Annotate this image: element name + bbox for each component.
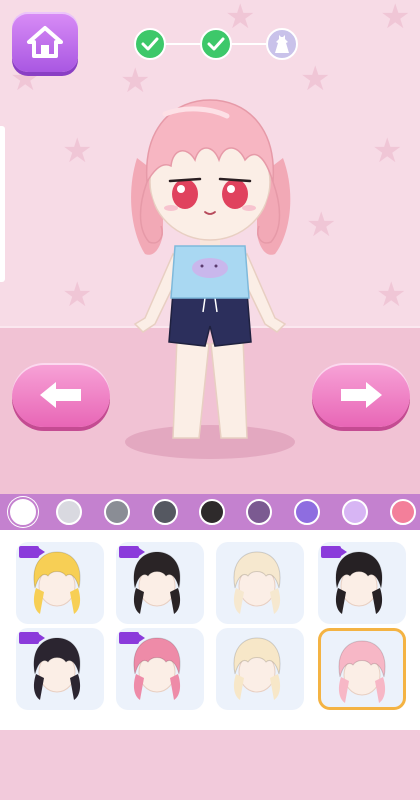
step-connector (164, 43, 200, 45)
color-swatch[interactable] (390, 499, 416, 525)
previous-button[interactable] (12, 363, 110, 427)
hairstyle-item-blonde-twin-tails[interactable] (16, 542, 104, 624)
hairstyle-preview (233, 551, 281, 614)
step-connector (232, 43, 266, 45)
hair-color-palette (0, 494, 420, 530)
star-decoration: ★ (225, 0, 256, 37)
video-camera-icon (321, 546, 347, 558)
hairstyle-item-black-braids[interactable] (116, 542, 204, 624)
star-decoration: ★ (380, 0, 411, 37)
home-icon (27, 26, 63, 58)
arrow-left-icon (40, 382, 81, 408)
star-decoration: ★ (62, 131, 93, 171)
star-decoration: ★ (376, 275, 407, 315)
color-swatch[interactable] (342, 499, 368, 525)
step-2-completed (200, 28, 232, 60)
color-swatch[interactable] (246, 499, 272, 525)
step-1-completed (134, 28, 166, 60)
video-camera-icon (119, 546, 145, 558)
star-decoration: ★ (306, 205, 337, 245)
video-camera-icon (19, 546, 45, 558)
star-decoration: ★ (372, 131, 403, 171)
color-swatch[interactable] (56, 499, 82, 525)
video-camera-icon (119, 632, 145, 644)
hairstyle-preview (338, 640, 386, 703)
check-icon (207, 37, 225, 51)
doll-character (131, 99, 291, 439)
hairstyle-item-pastel-rainbow-waves[interactable] (216, 542, 304, 624)
color-swatch[interactable] (152, 499, 178, 525)
hairstyle-grid (0, 530, 420, 730)
arrow-right-icon (341, 382, 382, 408)
hairstyle-item-black-purple-bob[interactable] (16, 628, 104, 710)
hairstyle-item-pink-short-wavy[interactable] (318, 628, 406, 710)
check-icon (141, 37, 159, 51)
color-swatch[interactable] (199, 499, 225, 525)
bottom-bar (0, 730, 420, 800)
step-3-current (266, 28, 298, 60)
video-camera-icon (19, 632, 45, 644)
dress-icon (275, 35, 289, 53)
next-button[interactable] (312, 363, 410, 427)
color-swatch[interactable] (294, 499, 320, 525)
color-swatch[interactable] (104, 499, 130, 525)
star-decoration: ★ (62, 275, 93, 315)
home-button[interactable] (12, 12, 78, 72)
hairstyle-item-black-red-long[interactable] (318, 542, 406, 624)
color-swatch[interactable] (10, 499, 36, 525)
hairstyle-preview (233, 637, 281, 700)
hairstyle-item-pink-curly-pigtails[interactable] (116, 628, 204, 710)
hairstyle-item-cream-braid[interactable] (216, 628, 304, 710)
side-drawer-handle[interactable] (0, 126, 5, 282)
